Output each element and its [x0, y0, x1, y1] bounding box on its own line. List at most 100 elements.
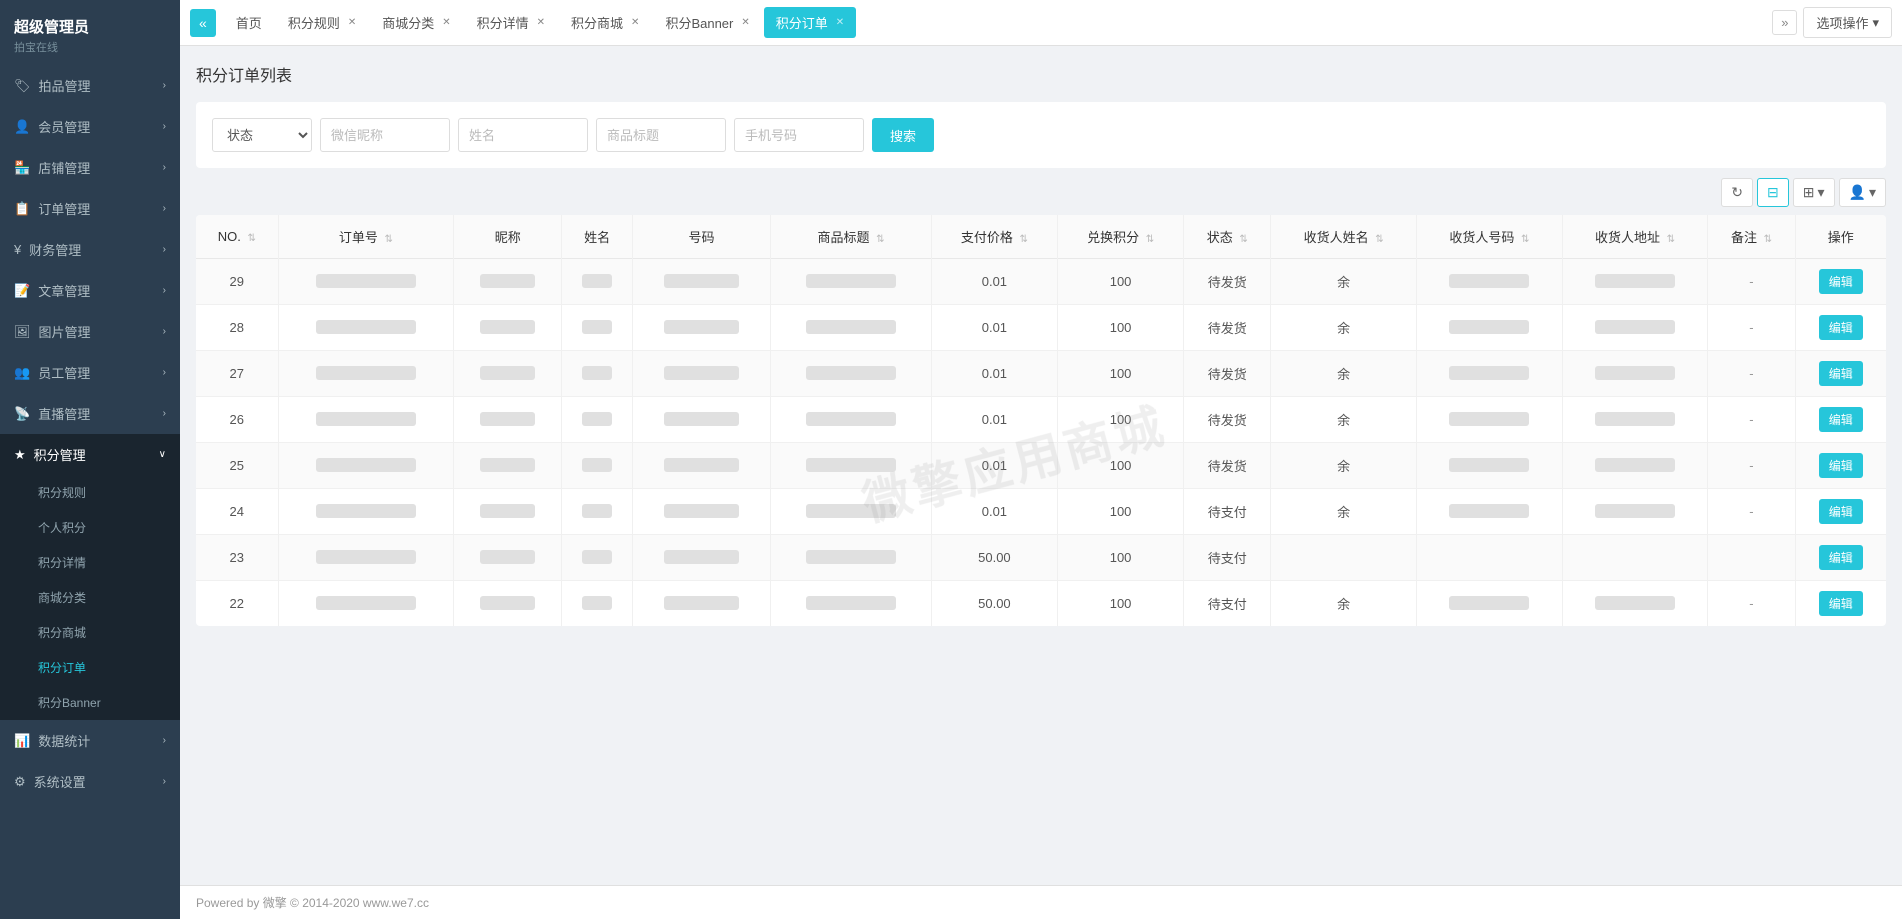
cell-phone	[632, 581, 770, 627]
tab-close-icon[interactable]: ✕	[741, 17, 749, 28]
sidebar-sub-item-rules[interactable]: 积分规则	[0, 475, 180, 510]
sidebar-item-article[interactable]: 📝文章管理 ›	[0, 270, 180, 311]
auction-icon: 🏷	[14, 78, 31, 94]
tab-close-icon[interactable]: ✕	[836, 17, 844, 28]
sidebar: 超级管理员 拍宝在线 🏷拍品管理 › 👤会员管理 › 🏪店铺管理 › 📋订单管理…	[0, 0, 180, 919]
sidebar-item-live[interactable]: 📡直播管理 ›	[0, 393, 180, 434]
sidebar-item-label: 文章管理	[38, 281, 90, 300]
phone-input[interactable]	[734, 118, 864, 152]
actions-button[interactable]: 选项操作 ▾	[1803, 7, 1892, 38]
wechat-input[interactable]	[320, 118, 450, 152]
sidebar-item-points[interactable]: ★积分管理 ∨	[0, 434, 180, 475]
cell-status: 待支付	[1184, 535, 1271, 581]
edit-button[interactable]: 编辑	[1819, 591, 1863, 616]
sidebar-nav: 🏷拍品管理 › 👤会员管理 › 🏪店铺管理 › 📋订单管理 › ¥财务管理 › …	[0, 65, 180, 919]
sidebar-user-title: 超级管理员	[14, 16, 166, 37]
tab-points-banner[interactable]: 积分Banner ✕	[653, 7, 761, 38]
cell-action: 编辑	[1795, 581, 1886, 627]
cell-receiver-name	[1271, 535, 1417, 581]
sidebar-item-staff[interactable]: 👥员工管理 ›	[0, 352, 180, 393]
footer: Powered by 微擎 © 2014-2020 www.we7.cc	[180, 885, 1902, 919]
cell-remark	[1708, 535, 1795, 581]
edit-button[interactable]: 编辑	[1819, 269, 1863, 294]
shop-icon: 🏪	[14, 160, 30, 176]
cell-nickname	[454, 351, 562, 397]
cell-receiver-phone	[1416, 581, 1562, 627]
cell-receiver-phone	[1416, 397, 1562, 443]
cell-no: 27	[196, 351, 278, 397]
grid-view-button[interactable]: ⊟	[1757, 178, 1789, 207]
cell-no: 26	[196, 397, 278, 443]
edit-button[interactable]: 编辑	[1819, 315, 1863, 340]
cell-points: 100	[1057, 305, 1183, 351]
col-order-no: 订单号 ⇅	[278, 215, 454, 259]
tab-close-icon[interactable]: ✕	[631, 17, 639, 28]
nav-forward-button[interactable]: »	[1772, 10, 1797, 35]
cell-remark: -	[1708, 581, 1795, 627]
tab-close-icon[interactable]: ✕	[537, 17, 545, 28]
cell-receiver-phone	[1416, 259, 1562, 305]
tab-points-mall[interactable]: 积分商城 ✕	[559, 7, 651, 38]
cell-status: 待发货	[1184, 351, 1271, 397]
cell-price: 0.01	[931, 351, 1057, 397]
sidebar-item-auction[interactable]: 🏷拍品管理 ›	[0, 65, 180, 106]
content-area: 积分订单列表 状态 全部 待发货 待支付 已完成 已取消 搜索 ↻ ⊟	[180, 46, 1902, 885]
tab-label: 积分订单	[776, 13, 828, 32]
col-receiver-phone: 收货人号码 ⇅	[1416, 215, 1562, 259]
tab-shop-cat[interactable]: 商城分类 ✕	[370, 7, 462, 38]
cell-nickname	[454, 489, 562, 535]
col-nickname: 昵称	[454, 215, 562, 259]
sidebar-item-shop[interactable]: 🏪店铺管理 ›	[0, 147, 180, 188]
cell-receiver-phone	[1416, 351, 1562, 397]
sidebar-sub-item-mall[interactable]: 积分商城	[0, 615, 180, 650]
chevron-right-icon: ›	[163, 121, 166, 132]
cell-order-no	[278, 489, 454, 535]
sidebar-sub-item-banner[interactable]: 积分Banner	[0, 685, 180, 720]
edit-button[interactable]: 编辑	[1819, 499, 1863, 524]
tab-points-details[interactable]: 积分详情 ✕	[465, 7, 557, 38]
product-input[interactable]	[596, 118, 726, 152]
cell-receiver-addr	[1562, 305, 1708, 351]
tab-points-rules[interactable]: 积分规则 ✕	[276, 7, 368, 38]
cell-name	[562, 351, 633, 397]
tab-close-icon[interactable]: ✕	[442, 17, 450, 28]
status-select[interactable]: 状态 全部 待发货 待支付 已完成 已取消	[212, 118, 312, 152]
page-title: 积分订单列表	[196, 62, 1886, 86]
cell-name	[562, 535, 633, 581]
sidebar-sub-item-orders[interactable]: 积分订单	[0, 650, 180, 685]
search-button[interactable]: 搜索	[872, 118, 934, 152]
sidebar-item-member[interactable]: 👤会员管理 ›	[0, 106, 180, 147]
refresh-button[interactable]: ↻	[1721, 178, 1753, 207]
sidebar-sub-item-details[interactable]: 积分详情	[0, 545, 180, 580]
tab-label: 积分详情	[477, 13, 529, 32]
edit-button[interactable]: 编辑	[1819, 453, 1863, 478]
topbar-right: » 选项操作 ▾	[1772, 7, 1892, 38]
settings-icon: ⚙	[14, 774, 26, 790]
user-action-button[interactable]: 👤 ▾	[1839, 178, 1886, 207]
col-phone: 号码	[632, 215, 770, 259]
tab-points-orders[interactable]: 积分订单 ✕	[764, 7, 856, 38]
sidebar-item-image[interactable]: 🖼图片管理 ›	[0, 311, 180, 352]
stats-icon: 📊	[14, 733, 30, 749]
cell-no: 29	[196, 259, 278, 305]
sidebar-item-stats[interactable]: 📊数据统计 ›	[0, 720, 180, 761]
name-input[interactable]	[458, 118, 588, 152]
footer-text: Powered by 微擎 © 2014-2020 www.we7.cc	[196, 896, 429, 910]
sidebar-sub-item-shopcat[interactable]: 商城分类	[0, 580, 180, 615]
tab-home[interactable]: 首页	[224, 7, 274, 38]
article-icon: 📝	[14, 283, 30, 299]
nav-back-button[interactable]: «	[190, 9, 216, 37]
tab-close-icon[interactable]: ✕	[348, 17, 356, 28]
edit-button[interactable]: 编辑	[1819, 407, 1863, 432]
edit-button[interactable]: 编辑	[1819, 361, 1863, 386]
cell-name	[562, 443, 633, 489]
sidebar-item-finance[interactable]: ¥财务管理 ›	[0, 229, 180, 270]
cell-product	[771, 535, 932, 581]
column-settings-button[interactable]: ⊞ ▾	[1793, 178, 1835, 207]
edit-button[interactable]: 编辑	[1819, 545, 1863, 570]
sidebar-item-settings[interactable]: ⚙系统设置 ›	[0, 761, 180, 802]
sidebar-item-order[interactable]: 📋订单管理 ›	[0, 188, 180, 229]
cell-points: 100	[1057, 535, 1183, 581]
sidebar-sub-item-personal[interactable]: 个人积分	[0, 510, 180, 545]
chevron-right-icon: ›	[163, 367, 166, 378]
